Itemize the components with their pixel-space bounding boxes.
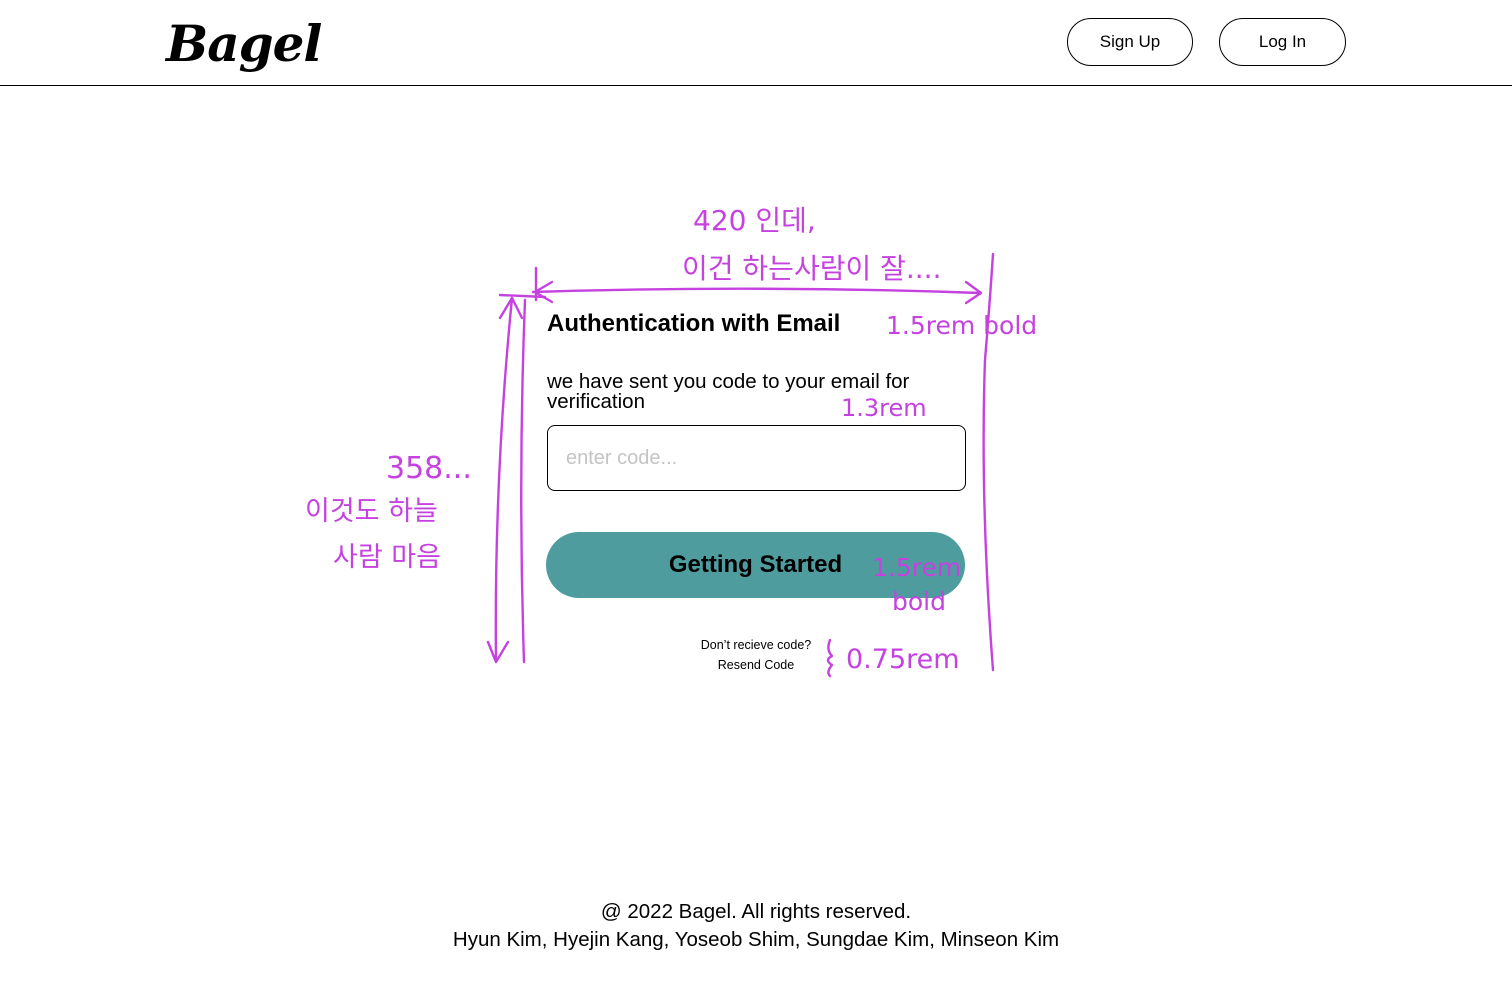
verification-message: we have sent you code to your email for … bbox=[547, 370, 910, 413]
footer: @ 2022 Bagel. All rights reserved. Hyun … bbox=[0, 898, 1512, 954]
authors-text: Hyun Kim, Hyejin Kang, Yoseob Shim, Sung… bbox=[452, 928, 1060, 951]
bagel-logo[interactable]: Bagel bbox=[166, 12, 322, 76]
resend-section: Don’t recieve code? Resend Code bbox=[656, 635, 856, 675]
getting-started-button[interactable]: Getting Started bbox=[546, 532, 965, 598]
height-arrow-top-head bbox=[498, 296, 524, 320]
resend-size-note: 0.75rem bbox=[846, 644, 960, 675]
width-arrow-left-head bbox=[533, 280, 554, 304]
height-note-2: 이것도 하늘 bbox=[305, 496, 438, 527]
height-note-1: 358... bbox=[386, 451, 472, 486]
right-guide-line bbox=[982, 252, 995, 672]
width-arrow-line bbox=[531, 266, 982, 302]
top-corner-tick bbox=[498, 293, 547, 299]
no-code-text: Don’t recieve code? bbox=[700, 638, 812, 652]
left-guide-line bbox=[520, 298, 527, 664]
annotation-overlay: 420 인데, 이건 하는사람이 잘.... 1.5rem bold 1.3re… bbox=[305, 204, 1037, 678]
width-note-1: 420 인데, bbox=[693, 204, 816, 237]
copyright-text: @ 2022 Bagel. All rights reserved. bbox=[600, 900, 912, 923]
code-input[interactable] bbox=[547, 425, 966, 491]
resend-code-link[interactable]: Resend Code bbox=[656, 655, 856, 675]
height-arrow-bottom-head bbox=[486, 640, 510, 664]
width-note-2: 이건 하는사람이 잘.... bbox=[682, 252, 941, 285]
sign-up-button[interactable]: Sign Up bbox=[1067, 18, 1193, 66]
title-size-note: 1.5rem bold bbox=[886, 311, 1037, 340]
height-arrow-line bbox=[494, 296, 514, 662]
log-in-button[interactable]: Log In bbox=[1219, 18, 1346, 66]
width-arrow-right-head bbox=[964, 280, 983, 305]
top-header: Bagel Sign Up Log In bbox=[0, 0, 1512, 86]
page-title: Authentication with Email bbox=[547, 310, 841, 337]
height-note-3: 사람 마음 bbox=[333, 542, 441, 573]
